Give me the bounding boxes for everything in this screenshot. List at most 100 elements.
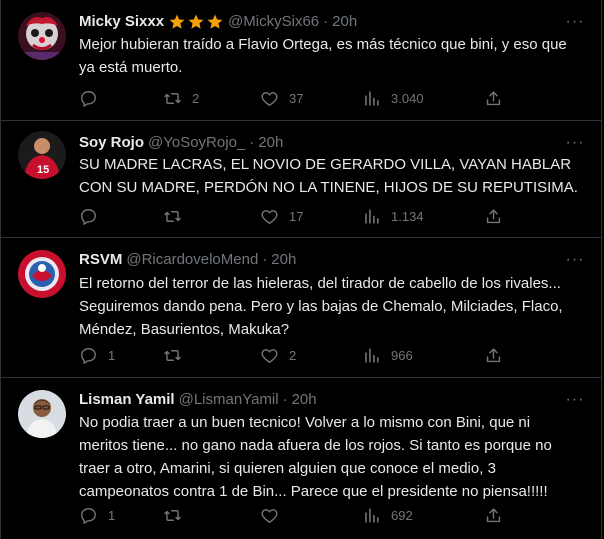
retweet-button[interactable] — [163, 505, 192, 525]
views-count: 1.134 — [391, 208, 424, 224]
tweet[interactable]: Lisman Yamil @LismanYamil · 20h ··· No p… — [1, 378, 601, 539]
tweet-text: Mejor hubieran traído a Flavio Ortega, e… — [79, 36, 567, 76]
retweet-icon — [164, 349, 181, 361]
tweet-header: Lisman Yamil @LismanYamil · 20h — [79, 390, 561, 410]
timeline: Micky Sixxx @MickySix66 · 20h ··· Mejor … — [0, 0, 602, 539]
retweet-count: 2 — [192, 90, 200, 106]
reply-button[interactable]: 1 — [79, 505, 115, 525]
separator-dot: · — [282, 391, 288, 408]
share-icon — [486, 208, 501, 223]
avatar[interactable] — [18, 390, 66, 438]
display-name[interactable]: RSVM — [79, 250, 122, 270]
timestamp[interactable]: 20h — [332, 12, 357, 32]
share-button[interactable] — [484, 345, 503, 365]
separator-dot: · — [262, 251, 268, 268]
more-options-icon[interactable]: ··· — [565, 12, 585, 32]
star-icon — [207, 14, 223, 29]
like-button[interactable]: 2 — [260, 345, 296, 365]
reply-count: 1 — [108, 507, 116, 523]
like-count: 2 — [289, 347, 297, 363]
tweet[interactable]: Micky Sixxx @MickySix66 · 20h ··· Mejor … — [1, 0, 601, 121]
club-crest-avatar-image — [18, 250, 66, 298]
reply-button[interactable] — [79, 88, 108, 108]
reply-icon — [81, 347, 96, 364]
separator-dot: · — [249, 134, 255, 151]
avatar[interactable] — [18, 250, 66, 298]
like-button[interactable] — [260, 505, 289, 525]
retweet-icon — [164, 92, 181, 104]
tweet-header: RSVM @RicardoveloMend · 20h — [79, 250, 561, 270]
avatar[interactable]: 15 — [18, 131, 66, 179]
like-count: 17 — [289, 208, 304, 224]
retweet-icon — [164, 210, 181, 222]
person-avatar-image — [18, 390, 66, 438]
reply-button[interactable] — [79, 206, 108, 226]
tweet-text: SU MADRE LACRAS, EL NOVIO DE GERARDO VIL… — [79, 156, 578, 196]
heart-icon — [261, 508, 278, 523]
tweet-actions: 2 37 3.040 — [79, 88, 501, 108]
like-count: 37 — [289, 90, 304, 106]
heart-icon — [261, 209, 278, 224]
share-button[interactable] — [484, 88, 503, 108]
heart-icon — [261, 348, 278, 363]
share-button[interactable] — [484, 505, 503, 525]
retweet-button[interactable]: 2 — [163, 88, 199, 108]
star-icon — [169, 14, 185, 29]
views-chart-icon — [365, 208, 379, 224]
timestamp[interactable]: 20h — [292, 390, 317, 410]
display-name[interactable]: Lisman Yamil — [79, 390, 175, 410]
views-count: 692 — [391, 507, 413, 523]
retweet-button[interactable] — [163, 206, 192, 226]
display-name[interactable]: Soy Rojo — [79, 133, 144, 153]
reply-icon — [81, 507, 96, 524]
heart-icon — [261, 91, 278, 106]
reply-button[interactable]: 1 — [79, 345, 115, 365]
timestamp[interactable]: 20h — [258, 133, 283, 153]
share-icon — [486, 90, 501, 105]
views-count: 966 — [391, 347, 413, 363]
clown-avatar-image — [18, 12, 66, 60]
more-options-icon[interactable]: ··· — [565, 390, 585, 410]
timestamp[interactable]: 20h — [271, 250, 296, 270]
reply-icon — [81, 208, 96, 225]
more-options-icon[interactable]: ··· — [565, 133, 585, 153]
views-chart-icon — [365, 347, 379, 363]
views-button[interactable]: 692 — [362, 505, 413, 525]
svg-text:15: 15 — [37, 164, 49, 176]
views-chart-icon — [365, 507, 379, 523]
star-badges — [168, 13, 224, 31]
tweet[interactable]: 15 Soy Rojo @YoSoyRojo_ · 20h ··· SU MAD… — [1, 121, 601, 238]
user-handle[interactable]: @RicardoveloMend — [126, 250, 258, 270]
more-options-icon[interactable]: ··· — [565, 250, 585, 270]
tweet-actions: 1 692 — [79, 505, 501, 525]
tweet-actions: 17 1.134 — [79, 206, 501, 226]
tweet-text: No podia traer a un buen tecnico! Volver… — [79, 414, 552, 500]
views-chart-icon — [365, 90, 379, 106]
user-handle[interactable]: @LismanYamil — [179, 390, 279, 410]
retweet-icon — [164, 509, 181, 521]
avatar[interactable] — [18, 12, 66, 60]
reply-icon — [81, 90, 96, 107]
like-button[interactable]: 37 — [260, 88, 303, 108]
like-button[interactable]: 17 — [260, 206, 303, 226]
separator-dot: · — [323, 13, 329, 30]
share-icon — [486, 507, 501, 522]
display-name[interactable]: Micky Sixxx — [79, 12, 164, 32]
player-avatar-image: 15 — [18, 131, 66, 179]
user-handle[interactable]: @YoSoyRojo_ — [148, 133, 245, 153]
views-button[interactable]: 3.040 — [362, 88, 424, 108]
reply-count: 1 — [108, 347, 116, 363]
views-button[interactable]: 1.134 — [362, 206, 424, 226]
tweet-text: El retorno del terror de las hieleras, d… — [79, 275, 563, 338]
star-icon — [188, 14, 204, 29]
tweet[interactable]: RSVM @RicardoveloMend · 20h ··· El retor… — [1, 238, 601, 378]
views-count: 3.040 — [391, 90, 424, 106]
tweet-header: Micky Sixxx @MickySix66 · 20h — [79, 12, 561, 32]
tweet-actions: 1 2 966 — [79, 345, 501, 365]
tweet-header: Soy Rojo @YoSoyRojo_ · 20h — [79, 133, 561, 153]
views-button[interactable]: 966 — [362, 345, 413, 365]
retweet-button[interactable] — [163, 345, 192, 365]
share-button[interactable] — [484, 206, 503, 226]
user-handle[interactable]: @MickySix66 — [228, 12, 319, 32]
share-icon — [486, 347, 501, 362]
